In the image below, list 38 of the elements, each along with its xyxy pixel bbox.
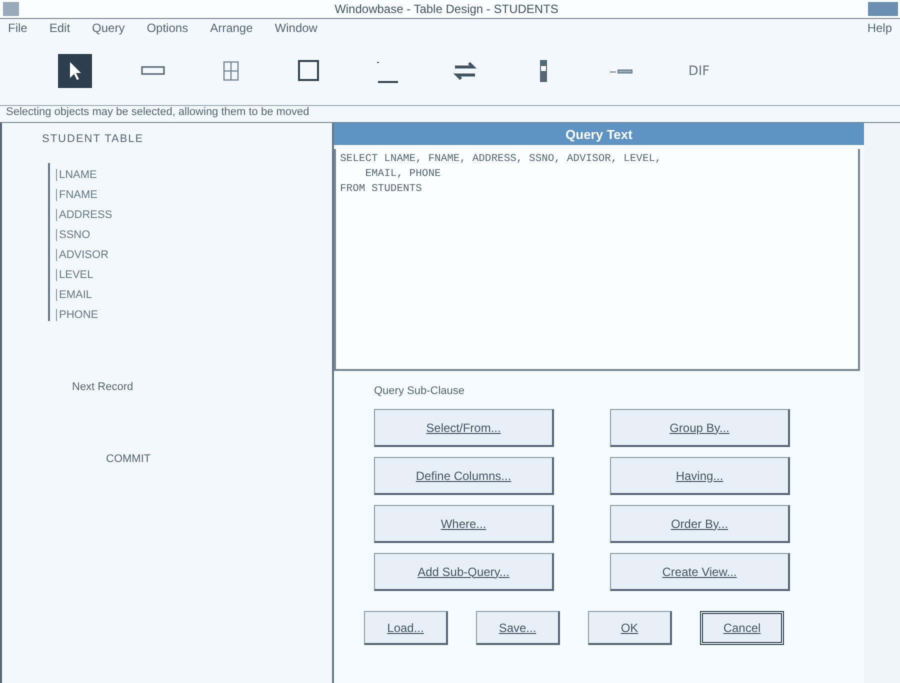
field-name[interactable]: SSNO xyxy=(56,229,330,241)
clause-button[interactable]: Group By... xyxy=(610,409,790,447)
menu-item[interactable]: Window xyxy=(274,21,318,35)
dialog-button[interactable]: Load... xyxy=(364,611,448,645)
menu-item[interactable]: Help xyxy=(867,21,892,35)
clause-button[interactable]: Define Columns... xyxy=(374,457,554,495)
field-name[interactable]: LNAME xyxy=(56,169,330,181)
dialog-button[interactable]: Save... xyxy=(476,611,560,645)
query-text-area[interactable]: SELECT LNAME, FNAME, ADDRESS, SSNO, ADVISOR, LEVEL, EMAIL, PHONE FROM STUDENTS xyxy=(334,149,860,371)
field-name[interactable]: FNAME xyxy=(56,189,330,201)
query-line: EMAIL, PHONE xyxy=(364,168,442,180)
menu-item[interactable]: Arrange xyxy=(210,21,253,35)
menu-item[interactable]: File xyxy=(8,21,28,35)
field-name[interactable]: PHONE xyxy=(56,309,330,321)
tool-button[interactable]: DIF xyxy=(682,54,716,88)
form-label: Next Record xyxy=(72,381,134,393)
table-name: STUDENT TABLE xyxy=(42,133,145,145)
query-line: FROM STUDENTS xyxy=(340,183,423,195)
dialog-button[interactable]: OK xyxy=(588,611,672,645)
clause-button[interactable]: Order By... xyxy=(610,505,790,543)
menu-item[interactable]: Edit xyxy=(49,21,70,35)
section-label: Query Sub-Clause xyxy=(374,385,466,397)
field-name[interactable]: EMAIL xyxy=(56,289,330,301)
query-line: SELECT LNAME, FNAME, ADDRESS, SSNO, ADVISOR, LEVEL, xyxy=(340,153,662,165)
clause-button[interactable]: Having... xyxy=(610,457,790,495)
field-name[interactable]: ADVISOR xyxy=(56,249,330,261)
dialog-title: Query Text xyxy=(566,126,632,142)
clause-button[interactable]: Create View... xyxy=(610,553,790,591)
field-name[interactable]: ADDRESS xyxy=(56,209,330,221)
menu-item[interactable]: Options xyxy=(146,21,188,35)
field-name[interactable]: LEVEL xyxy=(56,269,330,281)
clause-button[interactable]: Add Sub-Query... xyxy=(374,553,554,591)
window-title: Windowbase - Table Design - STUDENTS xyxy=(334,2,560,16)
clause-button[interactable]: Where... xyxy=(374,505,554,543)
clause-button[interactable]: Select/From... xyxy=(374,409,554,447)
dialog-button[interactable]: Cancel xyxy=(700,611,784,645)
menu-item[interactable]: Query xyxy=(92,21,125,35)
form-label: COMMIT xyxy=(106,453,152,465)
